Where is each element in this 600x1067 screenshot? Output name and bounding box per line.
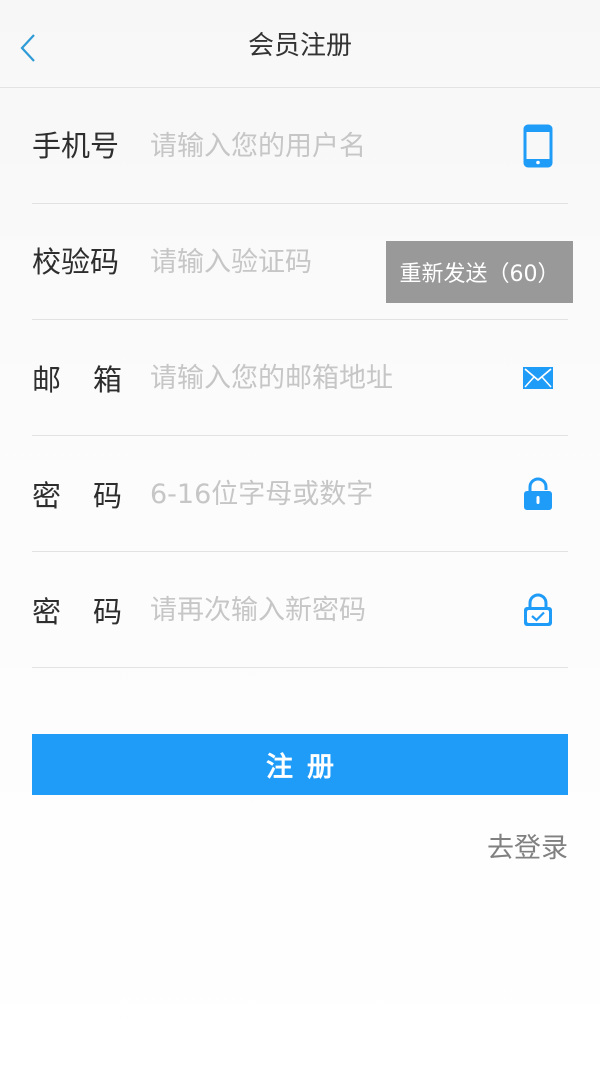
confirm-password-row: 密 码 (32, 552, 568, 668)
lock-check-icon (524, 593, 552, 626)
email-input[interactable] (150, 358, 480, 398)
go-login-link[interactable]: 去登录 (487, 826, 568, 865)
envelope-icon-wrap (518, 320, 558, 436)
phone-input[interactable] (150, 126, 480, 166)
confirm-password-input[interactable] (150, 590, 480, 630)
confirm-password-label-char-1: 密 (32, 595, 62, 629)
header-bar: 会员注册 (0, 0, 600, 88)
email-label: 邮 箱 (32, 320, 122, 436)
password-label-char-1: 密 (32, 479, 62, 513)
resend-button[interactable]: 重新发送（60） (386, 241, 573, 303)
register-button[interactable]: 注册 (32, 734, 568, 795)
code-input[interactable] (150, 242, 370, 282)
lock-check-icon-wrap (518, 552, 558, 668)
password-label-char-2: 码 (92, 479, 122, 513)
email-label-char-2: 箱 (92, 363, 122, 397)
envelope-icon (523, 367, 553, 389)
lock-icon (524, 477, 552, 510)
email-label-char-1: 邮 (32, 363, 62, 397)
phone-row: 手机号 (32, 88, 568, 204)
phone-icon (523, 124, 553, 168)
phone-icon-wrap (518, 88, 558, 204)
page-title: 会员注册 (247, 31, 352, 61)
password-label: 密 码 (32, 436, 122, 552)
code-label: 校验码 (32, 245, 120, 279)
email-row: 邮 箱 (32, 320, 568, 436)
password-row: 密 码 (32, 436, 568, 552)
confirm-password-label: 密 码 (32, 552, 122, 668)
password-input[interactable] (150, 474, 480, 514)
confirm-password-label-char-2: 码 (92, 595, 122, 629)
lock-icon-wrap (518, 436, 558, 552)
phone-label: 手机号 (32, 129, 120, 163)
